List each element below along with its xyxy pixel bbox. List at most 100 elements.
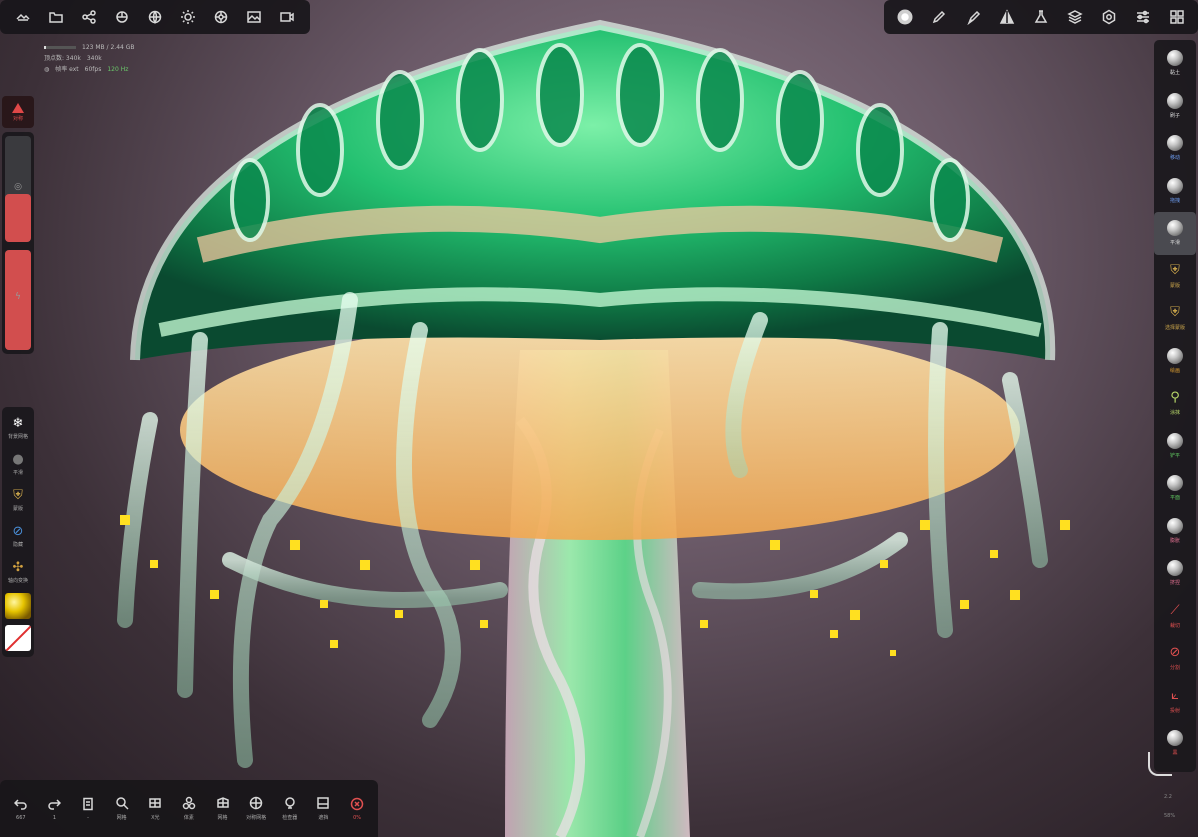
sym-mesh-button[interactable]: 对称网格 [240, 787, 272, 831]
left-tool-hide[interactable]: ⊘ 隐藏 [2, 518, 34, 554]
top-right-toolbar [884, 0, 1198, 34]
brush-item[interactable]: ⟋ 裁切 [1154, 595, 1196, 638]
brush-item[interactable]: 绘画 [1154, 340, 1196, 383]
brush-item[interactable]: 刷子 [1154, 85, 1196, 128]
brush-item[interactable]: 拖拽 [1154, 170, 1196, 213]
occlusion-label: 遮挡 [318, 815, 329, 821]
warning-icon [12, 102, 24, 113]
image-icon[interactable] [241, 4, 267, 30]
stats-overlay: 123 MB / 2.44 GB 顶点数: 340k 340k ◍ 帧率 ext… [44, 42, 135, 75]
left-tool-mask[interactable]: ⛨ 蒙版 [2, 482, 34, 518]
brush-item[interactable]: 铲平 [1154, 425, 1196, 468]
share-nodes-icon[interactable] [76, 4, 102, 30]
left-tool-label: 轴向变换 [7, 577, 28, 584]
brush-item[interactable]: ⛨ 选择蒙版 [1154, 297, 1196, 340]
viewport-corner-icon[interactable] [1148, 752, 1172, 776]
mesh-label: 网格 [217, 815, 228, 821]
document-button[interactable]: - [72, 787, 104, 831]
globe-icon[interactable] [142, 4, 168, 30]
gear-wheel-icon[interactable] [208, 4, 234, 30]
intensity-slider[interactable]: ϟ [5, 250, 31, 350]
color-swatch-none[interactable] [5, 625, 31, 651]
folder-icon[interactable] [43, 4, 69, 30]
voxel-label: 体素 [183, 815, 194, 821]
brush-item[interactable]: 平面 [1154, 467, 1196, 510]
brush-glyph-icon: ⚲ [1170, 390, 1180, 406]
xray-button[interactable]: X光 [139, 787, 171, 831]
brush-item[interactable]: 移动 [1154, 127, 1196, 170]
brush-item[interactable]: ⟀ 投射 [1154, 680, 1196, 723]
brush-sphere-icon [1167, 177, 1183, 194]
transform-gizmo-icon: ✣ [12, 559, 24, 575]
voxel-icon [182, 796, 196, 810]
undo-button[interactable]: 667 [5, 787, 37, 831]
mesh-button[interactable]: 网格 [207, 787, 239, 831]
brush-item[interactable]: 平滑 [1154, 212, 1196, 255]
left-tool-label: 平滑 [12, 469, 23, 476]
radius-icon: ◎ [14, 182, 22, 192]
brush-sphere-icon [1167, 347, 1183, 364]
video-icon[interactable] [274, 4, 300, 30]
brush-item[interactable]: 挤捏 [1154, 552, 1196, 595]
redo-button[interactable]: 1 [38, 787, 70, 831]
brush-item[interactable]: 黏土 [1154, 42, 1196, 85]
brush-item[interactable]: ⛨ 蒙版 [1154, 255, 1196, 298]
fps-icon: ◍ [44, 66, 50, 73]
inspector-button[interactable]: 检查器 [274, 787, 306, 831]
gallery-icon[interactable] [10, 4, 36, 30]
voxel-button[interactable]: 体素 [173, 787, 205, 831]
search-icon [115, 797, 129, 810]
flask-icon[interactable] [1028, 4, 1054, 30]
brush-glyph-icon: ⟋ [1170, 602, 1180, 618]
memory-text: 123 MB / 2.44 GB [82, 44, 135, 51]
layers-icon[interactable] [1062, 4, 1088, 30]
brush-item[interactable]: ⊘ 分割 [1154, 637, 1196, 680]
symmetry-icon[interactable] [994, 4, 1020, 30]
grid-icon[interactable] [1164, 4, 1190, 30]
sliders-icon[interactable] [1130, 4, 1156, 30]
brush-label: 刷子 [1169, 112, 1180, 119]
hide-icon: ⊘ [12, 523, 24, 539]
inspector-label: 检查器 [282, 815, 298, 821]
xray-icon [149, 798, 162, 808]
scene-icon[interactable] [109, 4, 135, 30]
sculpt-viewport[interactable] [0, 0, 1198, 837]
left-tool-smooth[interactable]: ● 平滑 [2, 446, 34, 482]
fps-extra: 120 Hz [107, 66, 129, 73]
vertex-count: 顶点数: 340k [44, 55, 81, 62]
sym-mesh-label: 对称网格 [246, 815, 267, 821]
bottom-right-value-top: 2.2 [1164, 794, 1172, 800]
pencil-icon[interactable] [926, 4, 952, 30]
radius-slider[interactable]: ◎ [5, 136, 31, 242]
sun-icon[interactable] [175, 4, 201, 30]
paint-icon[interactable] [960, 4, 986, 30]
brush-label: 黑 [1172, 750, 1178, 757]
left-tool-background-grid[interactable]: ❄ 背景网格 [2, 410, 34, 446]
intensity-icon: ϟ [15, 292, 21, 302]
brush-sphere-icon [1167, 560, 1183, 577]
material-swatch[interactable] [5, 593, 31, 619]
left-tools-panel: ❄ 背景网格 ● 平滑 ⛨ 蒙版 ⊘ 隐藏 ✣ 轴向变换 [2, 407, 34, 657]
mesh-search-button[interactable]: 网格 [106, 787, 138, 831]
brush-label: 黏土 [1169, 70, 1180, 77]
brush-sphere-icon [1167, 475, 1183, 492]
occlusion-button[interactable]: 遮挡 [307, 787, 339, 831]
brush-sphere-icon [1167, 92, 1183, 109]
mask-shield-icon: ⛨ [13, 487, 23, 503]
left-tool-transform[interactable]: ✣ 轴向变换 [2, 554, 34, 590]
brush-label: 平面 [1169, 495, 1180, 502]
brush-preview-icon[interactable] [892, 4, 918, 30]
brush-sphere-icon [1167, 432, 1183, 449]
brush-slider-panel: ◎ ϟ [2, 132, 34, 354]
bottom-toolbar: 667 1 - 网格 X光 体素 网格 对称网格 检查器 遮挡 0% [0, 780, 378, 837]
brush-label: 铲平 [1169, 452, 1180, 459]
mesh-search-label: 网格 [116, 815, 127, 821]
symmetry-warning-button[interactable]: 对称 [2, 96, 34, 128]
brush-label: 膨胀 [1169, 537, 1180, 544]
close-button[interactable]: 0% [341, 787, 373, 831]
settings-icon[interactable] [1096, 4, 1122, 30]
brush-label: 选择蒙版 [1164, 325, 1185, 332]
brush-item[interactable]: 膨胀 [1154, 510, 1196, 553]
brush-item[interactable]: ⚲ 涂抹 [1154, 382, 1196, 425]
brush-label: 挤捏 [1169, 580, 1180, 587]
